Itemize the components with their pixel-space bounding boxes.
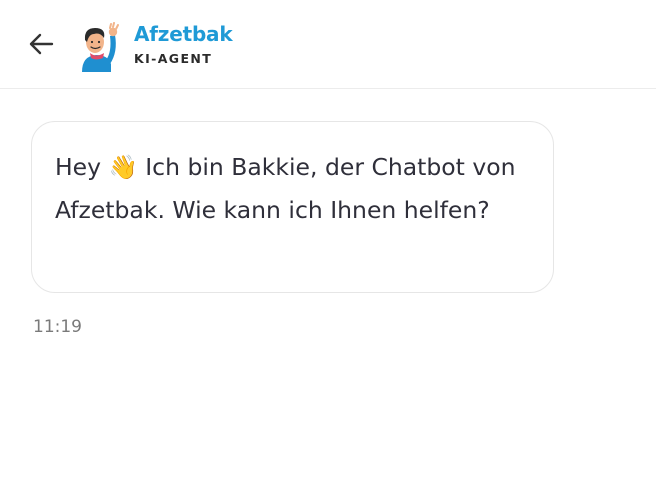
message-bubble: Hey 👋 Ich bin Bakkie, der Chatbot von Af… (31, 121, 554, 293)
avatar (76, 22, 120, 72)
back-button[interactable] (26, 30, 56, 58)
message-text: Hey 👋 Ich bin Bakkie, der Chatbot von Af… (55, 146, 525, 232)
chat-header: Afzetbak KI-AGENT (0, 0, 656, 89)
waving-person-avatar-icon (82, 22, 119, 72)
message-text-start: Hey (55, 153, 109, 181)
message-timestamp: 11:19 (33, 317, 82, 337)
brand-name: Afzetbak (134, 22, 233, 46)
arrow-left-icon (29, 33, 54, 55)
brand-subtitle: KI-AGENT (134, 51, 213, 66)
waving-hand-icon: 👋 (108, 153, 138, 181)
